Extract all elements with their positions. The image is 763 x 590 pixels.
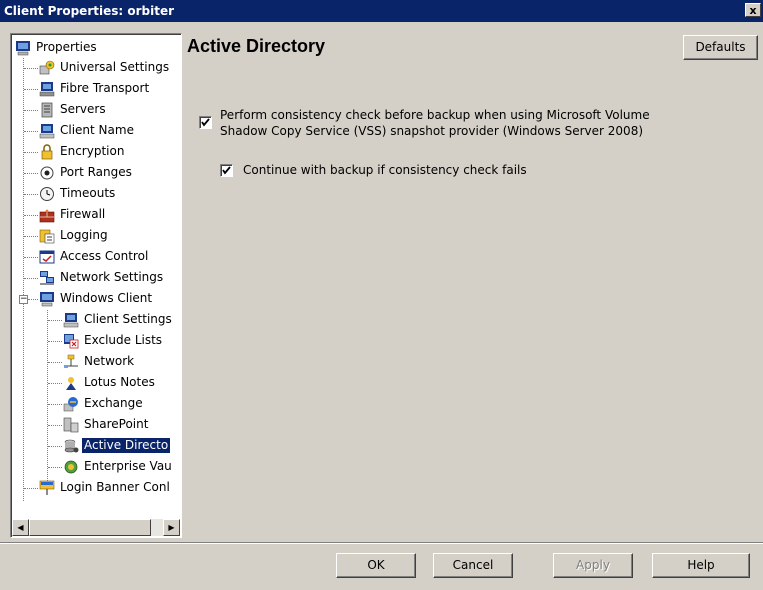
port-icon <box>40 166 54 180</box>
tree-connector <box>47 310 48 481</box>
consistency-check-label-line1: Perform consistency check before backup … <box>220 108 650 122</box>
tree-item-label: SharePoint <box>84 417 149 431</box>
consistency-check-checkbox[interactable] <box>199 116 212 129</box>
scroll-right-button[interactable]: ▶ <box>163 519 180 536</box>
consistency-check-label-line2: Shadow Copy Service (VSS) snapshot provi… <box>220 124 644 138</box>
close-icon: x <box>749 4 757 17</box>
scroll-thumb[interactable] <box>29 519 151 536</box>
client-computer-icon <box>39 124 55 139</box>
continue-backup-label[interactable]: Continue with backup if consistency chec… <box>243 162 527 178</box>
checkmark-icon <box>222 166 231 175</box>
properties-tree[interactable]: Properties Universal Settings Fibre Tran… <box>10 33 182 538</box>
tree-item-label: Login Banner Conl <box>60 480 170 494</box>
tree-connector <box>24 89 38 90</box>
tree-item-label: Universal Settings <box>60 60 170 74</box>
fibre-transport-icon <box>39 82 55 97</box>
tree-connector <box>24 215 38 216</box>
tree-connector <box>24 110 38 111</box>
arrow-left-icon: ◀ <box>17 523 24 532</box>
login-banner-icon <box>39 480 55 495</box>
minus-icon: − <box>20 294 28 304</box>
tree-item-label: Properties <box>36 40 97 54</box>
page-title: Active Directory <box>187 36 326 56</box>
footer-separator-right <box>186 542 763 544</box>
tree-connector <box>24 257 38 258</box>
scroll-left-button[interactable]: ◀ <box>12 519 29 536</box>
tree-connector <box>48 404 62 405</box>
network-computers-icon <box>40 271 54 285</box>
tree-connector <box>48 446 62 447</box>
tree-connector <box>48 320 62 321</box>
tree-connector <box>28 299 38 300</box>
title-bar[interactable]: Client Properties: orbiter x <box>0 0 763 22</box>
consistency-check-label[interactable]: Perform consistency check before backup … <box>220 107 650 139</box>
continue-backup-checkbox[interactable] <box>220 164 233 177</box>
tree-item-label: Firewall <box>60 207 106 221</box>
tree-item-label: Exchange <box>84 396 143 410</box>
tree-item-label: Port Ranges <box>60 165 132 179</box>
tree-connector <box>48 467 62 468</box>
apply-button[interactable]: Apply <box>553 553 633 578</box>
universal-settings-icon <box>39 60 55 75</box>
tree-item-label: Fibre Transport <box>60 81 150 95</box>
ok-button[interactable]: OK <box>336 553 416 578</box>
exchange-icon <box>63 397 78 412</box>
active-directory-icon <box>64 439 79 453</box>
exclude-list-icon <box>64 334 79 349</box>
window-title: Client Properties: orbiter <box>4 4 174 18</box>
tree-horizontal-scrollbar[interactable]: ◀ ▶ <box>12 519 180 536</box>
tree-item-label: Exclude Lists <box>84 333 163 347</box>
footer-separator <box>0 542 186 544</box>
tree-item-label: Windows Client <box>60 291 153 305</box>
tree-connector <box>24 68 38 69</box>
tree-connector <box>24 236 38 237</box>
defaults-button[interactable]: Defaults <box>683 35 758 60</box>
sharepoint-icon <box>63 417 79 433</box>
tree-item-label: Client Settings <box>84 312 172 326</box>
tree-connector <box>24 278 38 279</box>
tree-item-label: Enterprise Vau <box>84 459 172 473</box>
tree-item-label: Timeouts <box>60 186 116 200</box>
tree-connector <box>24 194 38 195</box>
checkmark-icon <box>201 118 210 127</box>
close-button[interactable]: x <box>745 3 761 17</box>
enterprise-vault-icon <box>64 460 78 474</box>
collapse-toggle[interactable]: − <box>19 295 28 304</box>
tree-item-label: Active Directo <box>82 438 171 453</box>
lock-icon <box>41 144 53 160</box>
access-control-icon <box>39 250 55 264</box>
computer-icon <box>16 41 30 56</box>
server-icon <box>41 102 53 118</box>
windows-client-icon <box>40 292 54 307</box>
tree-connector <box>24 131 38 132</box>
clock-icon <box>40 187 54 201</box>
tree-connector <box>23 58 24 501</box>
firewall-icon <box>39 209 55 223</box>
tree-item-label: Logging <box>60 228 108 242</box>
tree-item-label: Network <box>84 354 135 368</box>
tree-item-label: Network Settings <box>60 270 164 284</box>
tree-connector <box>48 341 62 342</box>
tree-connector <box>24 173 38 174</box>
tree-connector <box>48 425 62 426</box>
tree-connector <box>24 488 38 489</box>
tree-connector <box>48 362 62 363</box>
tree-item-label: Lotus Notes <box>84 375 155 389</box>
tree-item-label: Access Control <box>60 249 149 263</box>
tree-item-label: Client Name <box>60 123 134 137</box>
tree-item-label: Servers <box>60 102 106 116</box>
tree-connector <box>48 383 62 384</box>
network-icon <box>64 354 78 368</box>
help-button[interactable]: Help <box>652 553 750 578</box>
tree-content: Properties Universal Settings Fibre Tran… <box>11 34 181 519</box>
lotus-notes-icon <box>66 377 76 390</box>
cancel-button[interactable]: Cancel <box>433 553 513 578</box>
tree-item-label: Encryption <box>60 144 125 158</box>
arrow-right-icon: ▶ <box>168 523 175 532</box>
client-settings-icon <box>63 313 79 328</box>
log-icon <box>39 229 55 244</box>
tree-connector <box>24 152 38 153</box>
